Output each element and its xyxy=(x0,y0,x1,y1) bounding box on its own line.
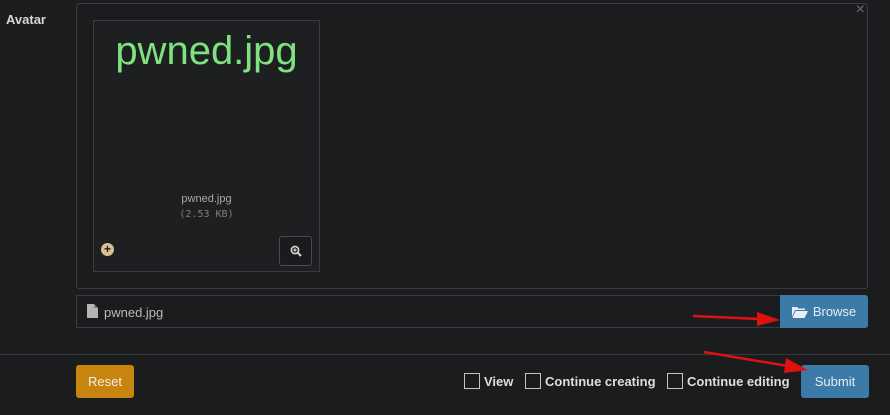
form-divider xyxy=(0,354,890,355)
continue-editing-checkbox-box[interactable] xyxy=(667,373,683,389)
continue-creating-checkbox[interactable]: Continue creating xyxy=(525,373,656,389)
reset-button[interactable]: Reset xyxy=(76,365,134,398)
close-icon[interactable]: × xyxy=(856,1,865,19)
continue-editing-checkbox[interactable]: Continue editing xyxy=(667,373,790,389)
selected-file-name: pwned.jpg xyxy=(104,305,164,320)
continue-editing-label: Continue editing xyxy=(687,373,790,389)
view-checkbox-label: View xyxy=(484,373,514,389)
submit-arrow xyxy=(703,350,808,373)
browse-label: Browse xyxy=(812,304,857,319)
view-checkbox[interactable]: View xyxy=(464,373,513,389)
file-preview-frame: × pwned.jpg pwned.jpg (2.53 KB) + xyxy=(76,1,868,289)
thumbnail-caption: pwned.jpg xyxy=(181,193,232,205)
folder-open-icon xyxy=(791,306,808,318)
plus-circle-icon[interactable]: + xyxy=(101,243,114,256)
view-checkbox-box[interactable] xyxy=(464,373,480,389)
submit-button[interactable]: Submit xyxy=(801,365,869,398)
file-icon xyxy=(87,304,98,318)
thumbnail-image: pwned.jpg xyxy=(115,29,298,73)
zoom-in-icon xyxy=(290,245,302,257)
avatar-label: Avatar xyxy=(6,12,46,27)
file-name-field[interactable]: pwned.jpg xyxy=(76,295,781,328)
continue-creating-checkbox-box[interactable] xyxy=(525,373,541,389)
zoom-button[interactable] xyxy=(279,236,312,266)
continue-creating-label: Continue creating xyxy=(545,373,656,389)
file-thumbnail: pwned.jpg pwned.jpg (2.53 KB) + xyxy=(93,20,320,272)
thumbnail-file-size: (2.53 KB) xyxy=(179,209,234,220)
browse-button[interactable]: Browse xyxy=(780,295,868,328)
